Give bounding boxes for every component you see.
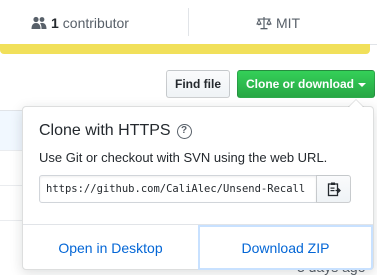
summary-divider [188, 8, 189, 36]
file-row-highlight [0, 111, 22, 151]
law-icon [256, 17, 272, 30]
contributors-count: 1 [51, 15, 59, 31]
file-list-divider [0, 110, 24, 111]
repo-summary-bar: 1 contributor MIT [0, 0, 377, 45]
contributors-link[interactable]: 1 contributor [31, 15, 129, 31]
contributors-label: contributor [62, 15, 129, 31]
file-list-divider [0, 220, 24, 221]
clone-url-group [39, 175, 359, 203]
clone-or-download-button[interactable]: Clone or download [237, 70, 375, 98]
clone-popover-footer: Open in Desktop Download ZIP [23, 224, 373, 270]
clone-button-label: Clone or download [246, 77, 354, 91]
find-file-button[interactable]: Find file [166, 70, 230, 98]
caret-down-icon [358, 82, 366, 87]
clipboard-icon [327, 182, 341, 197]
question-circle-icon[interactable]: ? [176, 123, 192, 139]
license-link[interactable]: MIT [256, 15, 300, 31]
clone-title-text: Clone with HTTPS [39, 122, 171, 139]
license-label: MIT [276, 15, 301, 31]
clone-popover: Clone with HTTPS ? Use Git or checkout w… [22, 99, 374, 270]
popover-arrow-fill [349, 100, 363, 107]
open-in-desktop-link[interactable]: Open in Desktop [23, 225, 198, 270]
clone-title: Clone with HTTPS ? [39, 122, 192, 140]
file-list-divider [0, 150, 24, 151]
file-list-divider [0, 185, 24, 186]
people-icon [31, 16, 47, 29]
language-bar[interactable] [0, 44, 370, 54]
download-zip-link[interactable]: Download ZIP [198, 225, 373, 270]
copy-url-button[interactable] [316, 175, 351, 203]
clone-url-input[interactable] [39, 175, 317, 203]
clone-description: Use Git or checkout with SVN using the w… [39, 150, 328, 165]
